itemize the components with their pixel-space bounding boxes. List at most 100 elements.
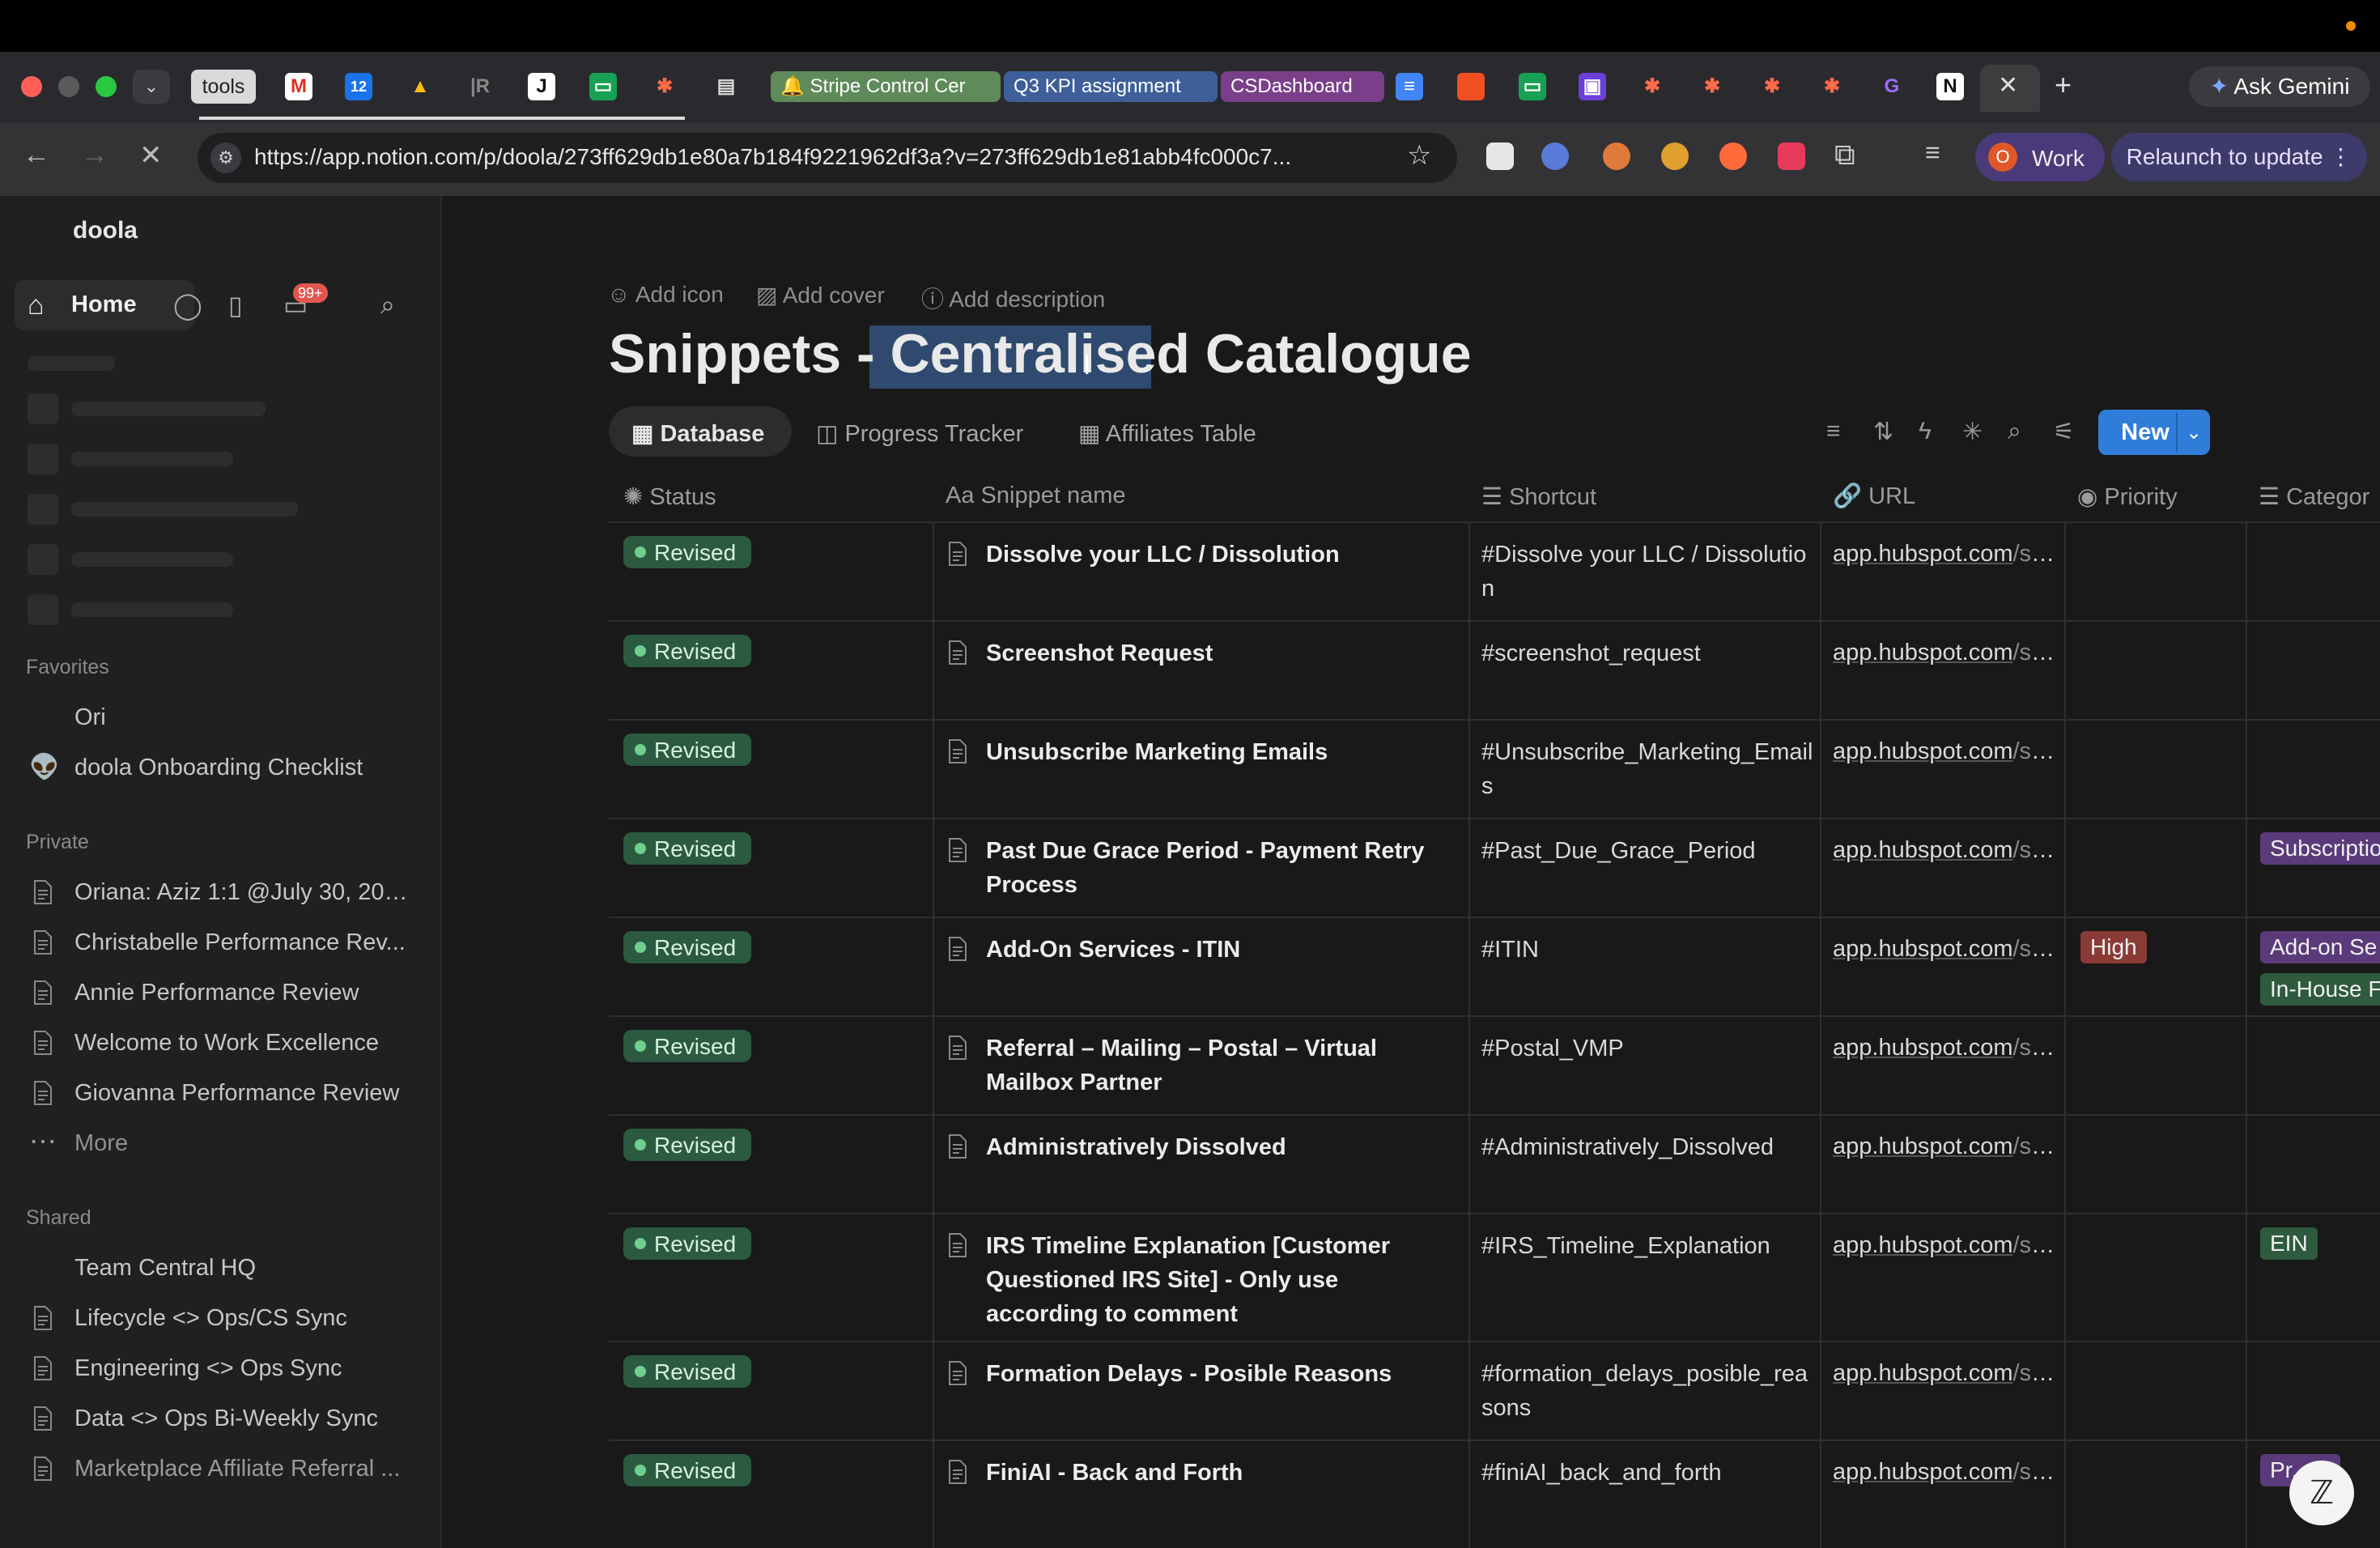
page-title[interactable]: Snippets - Centralised Catalogue xyxy=(609,322,1472,385)
notion-tab-icon[interactable]: N xyxy=(1936,73,1964,100)
add-icon-button[interactable]: ☺ Add icon xyxy=(607,282,724,308)
sidebar-item-data-ops[interactable]: Data <> Ops Bi-Weekly Sync xyxy=(74,1406,414,1432)
filter-icon[interactable]: ≡ xyxy=(1826,418,1841,445)
extensions-puzzle-icon[interactable]: ⧉ xyxy=(1834,138,1855,172)
shortcut-cell[interactable]: #IRS_Timeline_Explanation xyxy=(1481,1229,1813,1263)
category-tag[interactable]: Subscriptio xyxy=(2260,832,2380,865)
sidebar-item-lifecycle[interactable]: Lifecycle <> Ops/CS Sync xyxy=(74,1305,414,1332)
tab-progress-tracker[interactable]: ◫ Progress Tracker xyxy=(816,419,1023,448)
sidebar-item-oriana[interactable]: Oriana: Aziz 1:1 @July 30, 202... xyxy=(74,879,414,906)
url-cell[interactable]: app.hubspot.com/sni... xyxy=(1833,1459,2068,1486)
priority-badge[interactable]: High xyxy=(2080,931,2147,963)
shortcut-cell[interactable]: #Past_Due_Grace_Period xyxy=(1481,834,1813,868)
sidebar-item-giovanna[interactable]: Giovanna Performance Review xyxy=(74,1080,414,1107)
category-tag[interactable]: Add-on Se xyxy=(2260,931,2380,963)
extension-icon-4[interactable] xyxy=(1661,142,1689,170)
sidebar-more[interactable]: More xyxy=(74,1130,414,1157)
sheets-tab-icon-2[interactable]: ▭ xyxy=(1519,73,1546,100)
add-description-button[interactable]: ⓘ Add description xyxy=(921,282,1105,314)
snippet-name-cell[interactable]: Screenshot Request xyxy=(986,636,1456,670)
url-cell[interactable]: app.hubspot.com/sni... xyxy=(1833,1133,2068,1160)
forms-tab-icon[interactable]: ▣ xyxy=(1579,73,1606,100)
stop-loading-icon[interactable]: ✕ xyxy=(139,139,163,172)
shortcut-cell[interactable]: #Administratively_Dissolved xyxy=(1481,1130,1813,1164)
chevron-down-icon[interactable]: ⌄ xyxy=(2181,421,2207,444)
site-settings-icon[interactable]: ⚙ xyxy=(210,142,241,173)
extension-icon-6[interactable] xyxy=(1778,142,1805,170)
tab-q3-kpi[interactable]: Q3 KPI assignment xyxy=(1004,71,1218,102)
add-cover-button[interactable]: ▨ Add cover xyxy=(756,282,885,308)
sidebar-item-ori[interactable]: Ori xyxy=(74,704,414,731)
url-cell[interactable]: app.hubspot.com/sni... xyxy=(1833,738,2068,765)
shortcut-cell[interactable]: #Postal_VMP xyxy=(1481,1031,1813,1065)
sheets-tab-icon[interactable]: ▭ xyxy=(589,73,617,100)
shortcut-cell[interactable]: #screenshot_request xyxy=(1481,636,1813,670)
sidebar-item-marketplace[interactable]: Marketplace Affiliate Referral ... xyxy=(74,1456,414,1482)
minimize-window-icon[interactable] xyxy=(58,76,79,97)
shortcut-cell[interactable]: #ITIN xyxy=(1481,933,1813,967)
col-category[interactable]: ☰ Categor xyxy=(2259,483,2369,511)
meeting-notes-icon[interactable]: ▯ xyxy=(228,290,243,321)
sidebar-item-welcome[interactable]: Welcome to Work Excellence xyxy=(74,1030,414,1057)
hubspot-tab-icon-4[interactable]: ✱ xyxy=(1758,73,1786,100)
automation-bolt-icon[interactable]: ϟ xyxy=(1919,418,1932,445)
clipboard-tab-icon[interactable]: ▤ xyxy=(712,73,740,100)
drive-tab-icon[interactable]: ▲ xyxy=(406,73,434,100)
snippet-name-cell[interactable]: FiniAI - Back and Forth xyxy=(986,1456,1456,1490)
sidebar-item-team-central[interactable]: Team Central HQ xyxy=(74,1255,414,1282)
sort-icon[interactable]: ⇅ xyxy=(1873,418,1893,446)
col-url[interactable]: 🔗 URL xyxy=(1833,483,1915,510)
chat-icon[interactable]: ◯ xyxy=(173,290,202,321)
ask-gemini-button[interactable]: ✦ Ask Gemini xyxy=(2189,66,2370,107)
tab-group-tools[interactable]: tools xyxy=(191,70,256,104)
relaunch-button[interactable]: Relaunch to update ⋮ xyxy=(2111,133,2367,181)
settings-sliders-icon[interactable]: ⚟ xyxy=(2053,418,2075,446)
workspace-name[interactable]: doola xyxy=(73,217,138,245)
shortcut-cell[interactable]: #finiAI_back_and_forth xyxy=(1481,1456,1813,1490)
sidebar-item-christabelle[interactable]: Christabelle Performance Rev... xyxy=(74,929,414,956)
extension-icon-1[interactable] xyxy=(1486,142,1514,170)
search-icon[interactable]: ⌕ xyxy=(2008,418,2021,445)
tab-affiliates-table[interactable]: ▦ Affiliates Table xyxy=(1078,419,1256,448)
sidebar-item-onboarding[interactable]: doola Onboarding Checklist xyxy=(74,755,414,781)
url-cell[interactable]: app.hubspot.com/sni... xyxy=(1833,1232,2068,1259)
ai-sparkle-icon[interactable]: ✳ xyxy=(1962,418,1983,446)
office-tab-icon[interactable] xyxy=(1457,73,1485,100)
snippet-name-cell[interactable]: Formation Delays - Posible Reasons xyxy=(986,1357,1456,1391)
gemini-g-tab-icon[interactable]: G xyxy=(1878,73,1906,100)
snippet-name-cell[interactable]: Dissolve your LLC / Dissolution xyxy=(986,538,1456,572)
extension-icon-5[interactable] xyxy=(1719,142,1747,170)
col-status[interactable]: ✺ Status xyxy=(623,483,716,511)
sidebar-item-engineering[interactable]: Engineering <> Ops Sync xyxy=(74,1355,414,1382)
calendar-tab-icon[interactable]: 12 xyxy=(345,73,372,100)
hubspot-tab-icon-2[interactable]: ✱ xyxy=(1638,73,1666,100)
col-priority[interactable]: ◉ Priority xyxy=(2077,483,2178,511)
search-icon[interactable]: ⌕ xyxy=(380,290,395,321)
new-tab-icon[interactable]: + xyxy=(2055,68,2072,102)
close-window-icon[interactable] xyxy=(21,76,42,97)
shortcut-cell[interactable]: #Unsubscribe_Marketing_Emails xyxy=(1481,735,1813,803)
snippet-name-cell[interactable]: IRS Timeline Explanation [Customer Quest… xyxy=(986,1229,1456,1331)
snippet-name-cell[interactable]: Past Due Grace Period - Payment Retry Pr… xyxy=(986,834,1456,902)
url-cell[interactable]: app.hubspot.com/sni... xyxy=(1833,837,2068,864)
col-shortcut[interactable]: ☰ Shortcut xyxy=(1481,483,1596,511)
snippet-name-cell[interactable]: Unsubscribe Marketing Emails xyxy=(986,735,1456,769)
tab-stripe-control[interactable]: 🔔 Stripe Control Cer xyxy=(771,71,1001,102)
back-arrow-icon[interactable]: ← xyxy=(23,139,50,171)
snippet-name-cell[interactable]: Referral – Mailing – Postal – Virtual Ma… xyxy=(986,1031,1456,1099)
claude-extension-icon[interactable] xyxy=(1603,142,1630,170)
zoom-window-icon[interactable] xyxy=(96,76,117,97)
url-cell[interactable]: app.hubspot.com/sni... xyxy=(1833,1360,2068,1387)
url-cell[interactable]: app.hubspot.com/sni... xyxy=(1833,640,2068,666)
url-cell[interactable]: app.hubspot.com/sni... xyxy=(1833,936,2068,963)
media-controls-icon[interactable]: ≡ xyxy=(1925,138,1940,168)
extension-icon-2[interactable] xyxy=(1541,142,1569,170)
jira-tab-icon[interactable]: J xyxy=(528,73,555,100)
category-tag[interactable]: In-House F xyxy=(2260,973,2380,1006)
snippet-name-cell[interactable]: Add-On Services - ITIN xyxy=(986,933,1456,967)
col-snippet-name[interactable]: Aa Snippet name xyxy=(946,483,1126,509)
tab-csdashboard[interactable]: CSDashboard xyxy=(1221,71,1384,102)
tab-search-chevron-icon[interactable]: ⌄ xyxy=(133,70,170,104)
snippet-name-cell[interactable]: Administratively Dissolved xyxy=(986,1130,1456,1164)
url-cell[interactable]: app.hubspot.com/sni... xyxy=(1833,541,2068,568)
